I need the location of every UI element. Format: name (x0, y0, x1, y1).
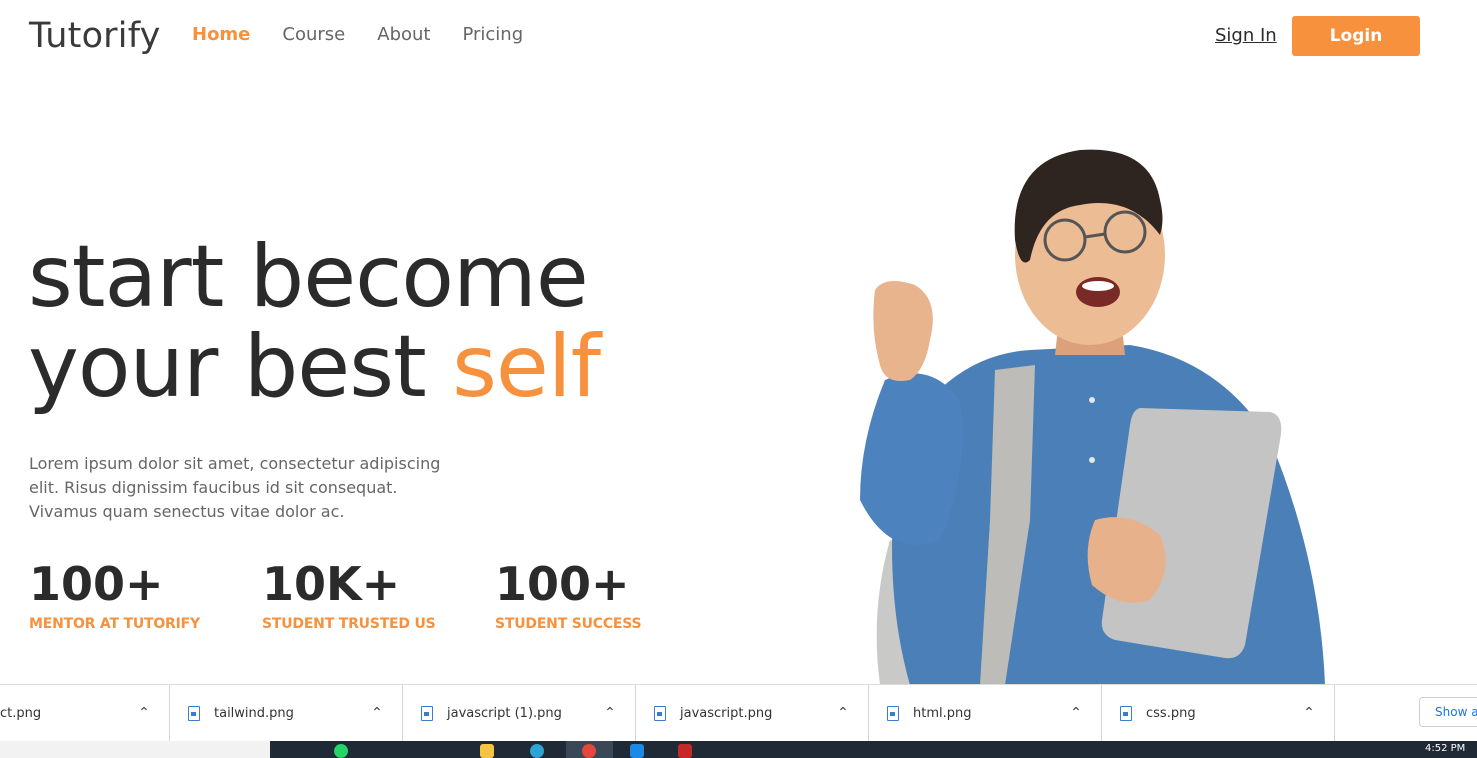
download-item[interactable]: javascript (1).png ⌃ (403, 684, 636, 742)
stats-row: 100+ MENTOR AT TUTORIFY 10K+ STUDENT TRU… (29, 556, 728, 632)
stat-mentors: 100+ MENTOR AT TUTORIFY (29, 556, 262, 632)
nav-links: Home Course About Pricing (192, 24, 523, 45)
download-item[interactable]: css.png ⌃ (1102, 684, 1335, 742)
chevron-up-icon[interactable]: ⌃ (137, 705, 151, 721)
chevron-up-icon[interactable]: ⌃ (1069, 705, 1083, 721)
login-button[interactable]: Login (1292, 16, 1420, 56)
download-item[interactable]: tailwind.png ⌃ (170, 684, 403, 742)
chevron-up-icon[interactable]: ⌃ (1302, 705, 1316, 721)
files-icon[interactable] (480, 744, 494, 758)
edge-icon[interactable] (530, 744, 544, 758)
show-all-downloads-button[interactable]: Show all (1419, 697, 1477, 727)
download-shelf: ct.png ⌃ tailwind.png ⌃ javascript (1).p… (0, 684, 1477, 742)
download-filename: javascript.png (680, 705, 773, 721)
hero-description: Lorem ipsum dolor sit amet, consectetur … (29, 454, 441, 521)
stat-label: STUDENT SUCCESS (495, 616, 642, 632)
download-filename: css.png (1146, 705, 1196, 721)
stat-label: STUDENT TRUSTED US (262, 616, 436, 632)
chrome-icon[interactable] (582, 744, 596, 758)
stat-label: MENTOR AT TUTORIFY (29, 616, 200, 632)
download-filename: tailwind.png (214, 705, 294, 721)
page: Tutorify Home Course About Pricing Sign … (0, 0, 1477, 758)
vscode-icon[interactable] (630, 744, 644, 758)
top-nav: Tutorify Home Course About Pricing Sign … (0, 0, 1477, 72)
taskbar-search-box[interactable] (0, 741, 270, 758)
file-icon (188, 705, 200, 721)
os-taskbar: 4:52 PM (0, 741, 1477, 758)
hero-headline: start become your best self (28, 227, 601, 412)
chevron-up-icon[interactable]: ⌃ (603, 705, 617, 721)
headline-line-2: your best self (28, 322, 601, 412)
app-icon[interactable] (678, 744, 692, 758)
download-filename: javascript (1).png (447, 705, 562, 721)
stat-value: 100+ (29, 557, 164, 611)
stat-students-trusted: 10K+ STUDENT TRUSTED US (262, 556, 495, 632)
file-icon (654, 705, 666, 721)
download-item[interactable]: html.png ⌃ (869, 684, 1102, 742)
headline-line-2-prefix: your best (28, 317, 453, 417)
download-item[interactable]: ct.png ⌃ (0, 684, 170, 742)
hero-student-image (860, 149, 1325, 685)
nav-link-pricing[interactable]: Pricing (462, 24, 523, 45)
chevron-up-icon[interactable]: ⌃ (836, 705, 850, 721)
logo[interactable]: Tutorify (29, 16, 161, 56)
nav-link-course[interactable]: Course (282, 24, 345, 45)
taskbar-clock[interactable]: 4:52 PM (1425, 743, 1465, 754)
nav-link-about[interactable]: About (377, 24, 430, 45)
chevron-up-icon[interactable]: ⌃ (370, 705, 384, 721)
download-item[interactable]: javascript.png ⌃ (636, 684, 869, 742)
file-icon (887, 705, 899, 721)
file-icon (1120, 705, 1132, 721)
download-filename: html.png (913, 705, 972, 721)
headline-line-1: start become (28, 227, 589, 327)
nav-link-home[interactable]: Home (192, 24, 250, 45)
whatsapp-icon[interactable] (334, 744, 348, 758)
headline-accent-word: self (452, 317, 601, 417)
stat-value: 10K+ (262, 557, 401, 611)
download-filename: ct.png (0, 705, 42, 721)
stat-student-success: 100+ STUDENT SUCCESS (495, 556, 728, 632)
file-icon (421, 705, 433, 721)
sign-in-link[interactable]: Sign In (1215, 25, 1277, 46)
stat-value: 100+ (495, 557, 630, 611)
